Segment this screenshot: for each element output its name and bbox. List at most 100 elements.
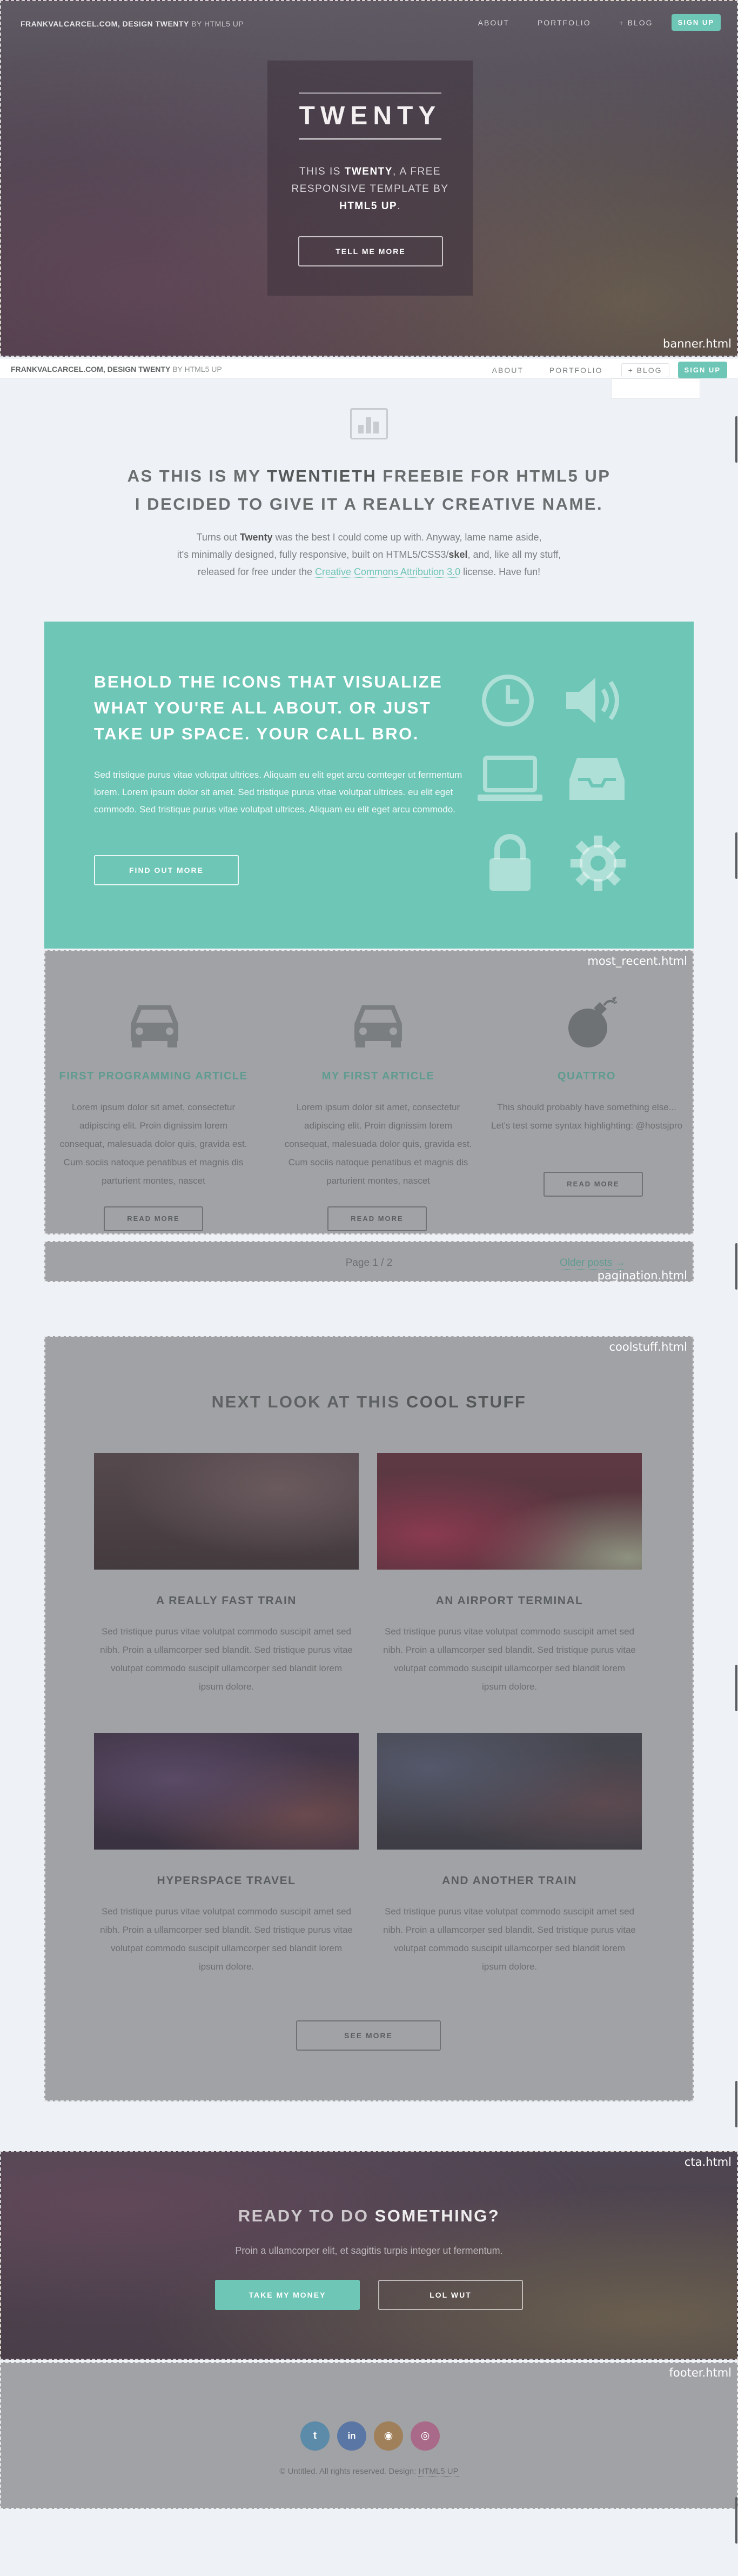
license-link[interactable]: Creative Commons Attribution 3.0 [314,566,461,578]
car-icon [131,1005,178,1047]
section-tag: pagination.html [597,1269,687,1282]
copyright: © Untitled. All rights reserved. Design:… [1,2467,737,2477]
feature-title: A REALLY FAST TRAIN [156,1594,297,1607]
section-tag: banner.html [663,337,732,350]
footer-section: footer.html t in ◉ ◎ © Untitled. All rig… [0,2362,738,2509]
bar-chart-icon-bar [366,417,371,433]
cta-section: cta.html READY TO DO SOMETHING? Proin a … [0,2151,738,2360]
take-my-money-button[interactable]: TAKE MY MONEY [215,2280,360,2310]
feature-text: Sed tristique purus vitae volutpat commo… [383,1626,636,1692]
intro-text-bold: skel [448,549,468,560]
site-brand[interactable]: FRANKVALCARCEL.COM, DESIGN TWENTY BY HTM… [21,19,244,28]
banner-title: TWENTY [299,102,441,130]
lol-wut-button[interactable]: LOL WUT [378,2280,523,2310]
brand-name: FRANKVALCARCEL.COM, DESIGN TWENTY [21,19,189,28]
read-more-button[interactable]: READ MORE [327,1206,427,1231]
nav-blog[interactable]: + BLOG [619,18,653,27]
cta-text: Proin a ullamcorper elit, et sagittis tu… [235,2245,503,2256]
see-more-button[interactable]: SEE MORE [296,2020,441,2051]
twitter-icon[interactable]: t [300,2421,330,2451]
most-recent-section: most_recent.html FIRST PROGRAMMING ARTIC… [44,950,694,1234]
cool-stuff-heading-part: NEXT LOOK AT THIS [211,1392,406,1411]
scroll-indicator [735,2497,737,2544]
intro-text-part: license. Have fun! [460,566,541,577]
sticky-brand[interactable]: FRANKVALCARCEL.COM, DESIGN TWENTY BY HTM… [11,365,222,373]
intro-text-part: Turns out [196,532,240,543]
banner-text-bold: HTML5 UP [339,201,398,212]
nav-blog[interactable]: + BLOG [621,363,669,377]
banner-text-part: THIS IS [299,166,345,177]
bar-chart-icon-bar [358,425,364,433]
older-posts-link[interactable]: Older posts → [560,1257,626,1270]
blog-dropdown[interactable] [611,378,700,399]
section-tag: coolstuff.html [609,1340,687,1353]
banner-text-bold: TWENTY [344,166,393,177]
feature-image[interactable] [377,1453,642,1570]
intro-heading-bold: TWENTIETH [266,466,377,485]
laptop-icon [478,756,542,801]
copyright-text: © Untitled. All rights reserved. Design: [279,2467,419,2476]
bomb-icon [568,997,618,1047]
html5up-link[interactable]: HTML5 UP [418,2467,459,2477]
article-excerpt: Lorem ipsum dolor sit amet, consectetur … [59,1102,247,1186]
icons-heading: BEHOLD THE ICONS THAT VISUALIZE WHAT YOU… [94,669,467,747]
scroll-indicator [735,2081,737,2127]
read-more-button[interactable]: READ MORE [104,1206,203,1231]
intro-text-part: was the best I could come up with. Anywa… [272,532,542,543]
cta-heading: READY TO DO SOMETHING? [1,2206,737,2226]
icons-heading-bold: ICONS [222,672,283,691]
article-title[interactable]: MY FIRST ARTICLE [281,1070,475,1083]
car-icon [354,1005,402,1047]
github-icon[interactable]: ◉ [374,2421,403,2451]
article-title[interactable]: QUATTRO [489,1070,684,1083]
brand-byline: BY HTML5 UP [191,19,244,28]
signup-button[interactable]: SIGN UP [671,14,721,31]
sticky-nav: ABOUT PORTFOLIO + BLOG SIGN UP [466,362,727,378]
read-more-button[interactable]: READ MORE [544,1172,643,1197]
intro-text-bold: Twenty [239,532,273,543]
find-out-more-button[interactable]: FIND OUT MORE [94,855,239,885]
feature-title: HYPERSPACE TRAVEL [157,1874,296,1887]
scroll-indicator [735,1665,737,1711]
scroll-indicator [735,832,737,879]
banner-title-frame: TWENTY [299,92,441,140]
dribbble-icon[interactable]: ◎ [411,2421,440,2451]
pagination-section: Page 1 / 2 Older posts → pagination.html [44,1241,694,1282]
section-tag: cta.html [684,2155,732,2168]
icons-text: Sed tristique purus vitae volutpat ultri… [94,770,462,815]
nav-about[interactable]: ABOUT [492,366,524,375]
banner-box: TWENTY THIS IS TWENTY, A FREE RESPONSIVE… [267,61,473,296]
linkedin-icon[interactable]: in [337,2421,366,2451]
cta-heading-part: READY TO DO [238,2206,375,2225]
feature-title: AN AIRPORT TERMINAL [435,1594,583,1607]
lock-icon [489,834,531,891]
tell-me-more-button[interactable]: TELL ME MORE [298,236,443,266]
feature-image[interactable] [94,1733,359,1850]
nav-portfolio[interactable]: PORTFOLIO [538,18,591,27]
cool-stuff-heading-bold: COOL STUFF [406,1392,527,1411]
nav-about[interactable]: ABOUT [478,18,509,27]
scroll-indicator [735,416,737,463]
feature-image[interactable] [94,1453,359,1570]
feature-text: Sed tristique purus vitae volutpat commo… [383,1906,636,1972]
article-excerpt: This should probably have something else… [491,1102,683,1131]
icons-heading-part: BEHOLD THE [94,672,223,691]
intro-heading: AS THIS IS MY TWENTIETH FREEBIE FOR HTML… [108,462,630,518]
brand-byline: BY HTML5 UP [172,365,222,373]
cta-heading-bold: SOMETHING? [374,2206,500,2225]
brand-name: FRANKVALCARCEL.COM, DESIGN TWENTY [11,365,171,373]
intro-text-part: released for free under the [197,566,315,577]
section-tag: most_recent.html [587,955,687,967]
cool-stuff-heading: NEXT LOOK AT THIS COOL STUFF [45,1392,693,1412]
intro-text-part: , and, like all my stuff, [467,549,561,560]
bar-chart-icon [350,408,388,439]
article-excerpt: Lorem ipsum dolor sit amet, consectetur … [284,1102,472,1186]
nav-portfolio[interactable]: PORTFOLIO [549,366,603,375]
intro-text: Turns out Twenty was the best I could co… [140,529,598,580]
signup-button[interactable]: SIGN UP [677,362,727,378]
scroll-indicator [735,1243,737,1290]
article-title[interactable]: FIRST PROGRAMMING ARTICLE [56,1070,251,1083]
cool-stuff-section: coolstuff.html NEXT LOOK AT THIS COOL ST… [44,1336,694,2101]
bar-chart-icon-bar [373,422,379,433]
feature-image[interactable] [377,1733,642,1850]
